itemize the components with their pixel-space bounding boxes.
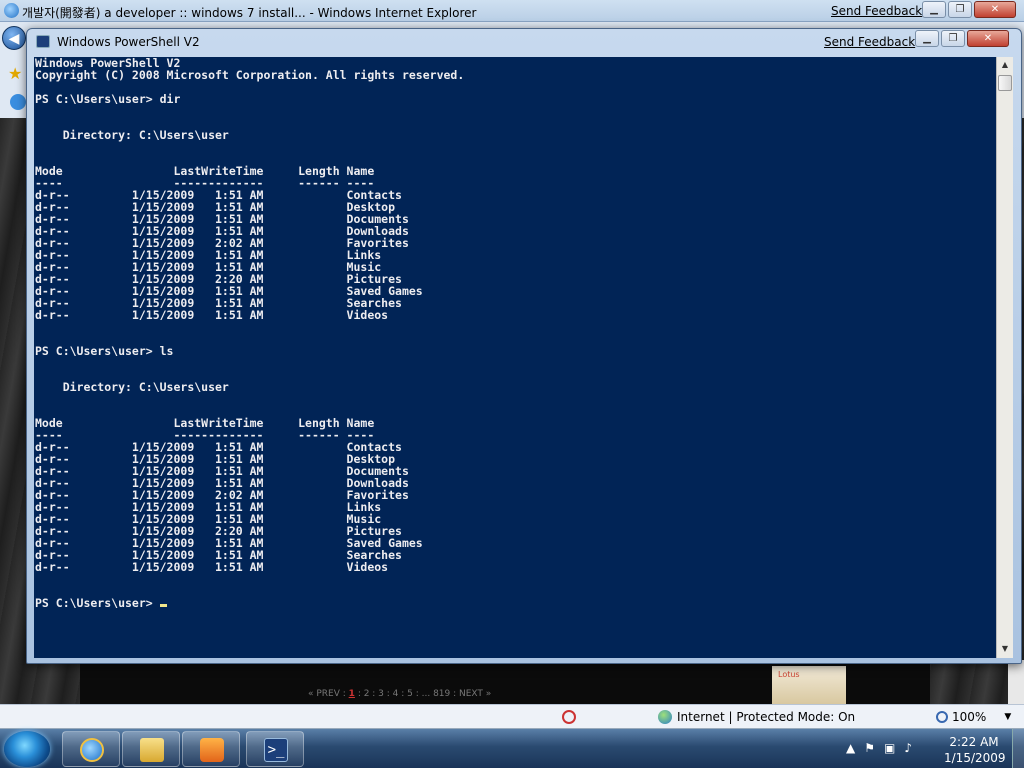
ie-page-scrollbar[interactable] <box>1008 660 1024 704</box>
show-desktop-button[interactable] <box>1012 729 1024 768</box>
clock-date: 1/15/2009 <box>944 751 1006 765</box>
globe-icon <box>658 710 672 724</box>
console-line: d-r-- 1/15/2009 1:51 AM Videos <box>35 560 389 574</box>
powershell-title-bar[interactable]: Windows PowerShell V2 Send Feedback ▁ ❐ … <box>27 29 1021 55</box>
chevron-down-icon[interactable]: ▼ <box>1004 712 1011 722</box>
ie-icon <box>4 3 19 18</box>
security-zone[interactable]: Internet | Protected Mode: On <box>658 710 855 724</box>
volume-icon[interactable]: ♪ <box>904 741 912 755</box>
folder-icon <box>140 738 164 762</box>
ie-tab-icon[interactable] <box>10 94 26 110</box>
powershell-icon <box>36 35 50 48</box>
media-player-icon <box>200 738 224 762</box>
ps-maximize-button[interactable]: ❐ <box>941 30 965 47</box>
console-text: Windows PowerShell V2 Copyright (C) 2008 … <box>35 57 464 609</box>
favorites-star-icon[interactable]: ★ <box>8 64 22 83</box>
ie-maximize-button[interactable]: ❐ <box>948 1 972 18</box>
ie-close-button[interactable]: ✕ <box>974 1 1016 18</box>
taskbar-powershell[interactable]: >_ <box>246 731 304 767</box>
console-line: PS C:\Users\user> <box>35 597 464 609</box>
system-clock[interactable]: 2:22 AM 1/15/2009 <box>944 734 1006 766</box>
scrollbar-thumb[interactable] <box>998 75 1012 91</box>
ie-send-feedback-link[interactable]: Send Feedback <box>831 4 922 18</box>
ie-minimize-button[interactable]: ▁ <box>922 1 946 18</box>
console-line: Copyright (C) 2008 Microsoft Corporation… <box>35 68 465 82</box>
ie-title-bar: 개발자(開發者) a developer :: windows 7 instal… <box>0 0 1024 22</box>
ie-window-title: 개발자(開發者) a developer :: windows 7 instal… <box>22 6 477 20</box>
pager-current-page[interactable]: 1 <box>349 689 355 699</box>
ps-minimize-button[interactable]: ▁ <box>915 30 939 47</box>
ie-status-bar: Internet | Protected Mode: On 100% ▼ <box>0 704 1024 728</box>
powershell-taskbar-icon: >_ <box>264 738 288 762</box>
book-thumbnail-image[interactable]: Lotus <box>772 666 846 704</box>
clock-time: 2:22 AM <box>949 735 999 749</box>
zoom-level: 100% <box>952 710 987 724</box>
console-line: PS C:\Users\user> ls <box>35 344 174 358</box>
zoom-control[interactable]: 100% ▼ <box>936 710 1011 724</box>
network-icon[interactable]: ▣ <box>884 741 895 755</box>
pagination: « PREV : 1 : 2 : 3 : 4 : 5 : ... 819 : N… <box>308 689 491 699</box>
notification-area: ▲ ⚑ ▣ ♪ <box>846 741 912 755</box>
taskbar-media-player[interactable] <box>182 731 240 767</box>
action-center-flag-icon[interactable]: ⚑ <box>864 741 875 755</box>
console-line: PS C:\Users\user> dir <box>35 92 181 106</box>
ie-window-controls: ▁ ❐ ✕ <box>922 1 1016 18</box>
internet-explorer-icon <box>80 738 104 762</box>
ps-send-feedback-link[interactable]: Send Feedback <box>824 35 915 49</box>
pager-prev-link[interactable]: « PREV : <box>308 689 346 699</box>
pager-pages-link[interactable]: : 2 : 3 : 4 : 5 : ... 819 : NEXT » <box>358 689 491 699</box>
ps-close-button[interactable]: ✕ <box>967 30 1009 47</box>
taskbar-windows-explorer[interactable] <box>122 731 180 767</box>
powershell-window-title: Windows PowerShell V2 <box>57 35 200 49</box>
scroll-up-arrow-icon[interactable]: ▲ <box>997 57 1013 73</box>
security-zone-label: Internet | Protected Mode: On <box>677 710 856 724</box>
ps-window-controls: ▁ ❐ ✕ <box>915 30 1009 47</box>
popup-blocked-icon[interactable] <box>562 710 576 724</box>
book-label: Lotus <box>778 670 800 679</box>
taskbar-internet-explorer[interactable] <box>62 731 120 767</box>
powershell-window: Windows PowerShell V2 Send Feedback ▁ ❐ … <box>26 28 1022 664</box>
console-line: Directory: C:\Users\user <box>35 380 229 394</box>
taskbar: >_ ▲ ⚑ ▣ ♪ 2:22 AM 1/15/2009 <box>0 728 1024 768</box>
scroll-down-arrow-icon[interactable]: ▼ <box>997 641 1013 657</box>
console-line: Directory: C:\Users\user <box>35 128 229 142</box>
console-line: d-r-- 1/15/2009 1:51 AM Videos <box>35 308 389 322</box>
back-arrow-icon[interactable]: ◀ <box>2 26 26 50</box>
magnifier-icon <box>936 711 948 723</box>
show-hidden-icons-icon[interactable]: ▲ <box>846 741 855 755</box>
console-vertical-scrollbar[interactable]: ▲ ▼ <box>996 57 1013 658</box>
console-output[interactable]: Windows PowerShell V2 Copyright (C) 2008 … <box>34 57 996 658</box>
start-button[interactable] <box>4 731 50 767</box>
text-cursor <box>159 604 167 607</box>
